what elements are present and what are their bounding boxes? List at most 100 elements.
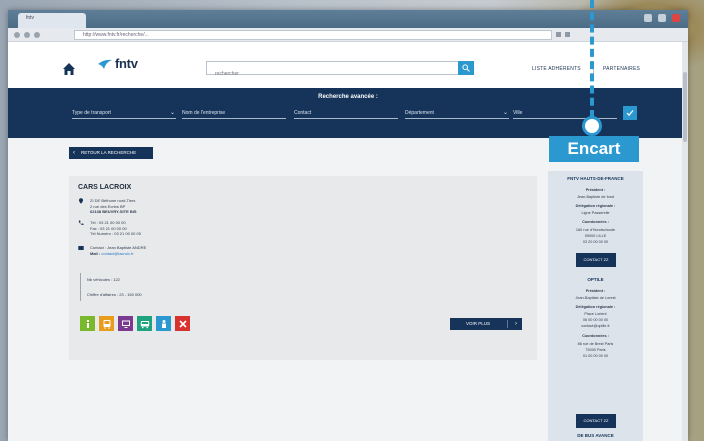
info-glyph (86, 319, 89, 328)
filter-label: Contact (294, 110, 312, 116)
window-controls (644, 14, 680, 22)
insert-contact-button[interactable]: CONTACT ZZ (576, 414, 616, 428)
person-icon[interactable] (156, 316, 171, 331)
address-line: ZI DE Béthune nord-Tiers (90, 198, 136, 203)
filter-label: Type de transport (72, 110, 111, 116)
contact-line: 03 20 00 00 00 (582, 240, 609, 244)
insert-sidebar: FNTV HAUTS-DE-FRANCE Président : Jean-Ba… (548, 171, 643, 441)
phone-block: Tél : 03 21 00 00 00 Fax : 03 21 00 00 0… (78, 220, 141, 237)
logo-wing-icon (98, 59, 112, 69)
star-icon[interactable] (556, 32, 561, 37)
screen-glyph (121, 320, 130, 328)
insert-contact-button[interactable]: CONTACT ZZ (576, 253, 616, 267)
search-button[interactable] (458, 61, 474, 75)
back-button-label: RETOUR LA RECHERCHE (81, 150, 137, 155)
callout-label: Encart (549, 136, 639, 162)
contact-line: 59000 LILLE (584, 234, 607, 238)
callout-pointer-dot (582, 116, 602, 136)
coach-icon[interactable] (137, 316, 152, 331)
stats-divider (80, 273, 81, 301)
president-label: Président : (585, 188, 606, 192)
filter-company-name[interactable]: Nom de l'entreprise (182, 107, 286, 119)
contact-label: Coordonnées : (582, 220, 609, 224)
company-name: CARS LACROIX (78, 184, 132, 191)
tools-glyph (178, 319, 187, 328)
nav-link-partners[interactable]: PARTENAIRES (603, 66, 640, 72)
minimize-button[interactable] (644, 14, 652, 22)
advanced-search-title: Recherche avancée : (318, 94, 378, 100)
location-pin-icon (79, 198, 83, 204)
info-icon[interactable] (80, 316, 95, 331)
address-line: 62138 BEUVRY-SITE BIS (90, 209, 137, 214)
chevron-left-icon: ‹ (73, 150, 75, 156)
site-header: fntv LISTE ADHÉRENTS PARTENAIRES (8, 42, 688, 88)
filter-transport-type[interactable]: Type de transport ⌄ (72, 107, 176, 119)
delegation-line: Place Lorient (584, 312, 607, 316)
browser-toolbar-icons (556, 32, 570, 37)
chevron-down-icon: ⌄ (502, 110, 508, 116)
coach-glyph (140, 320, 149, 328)
email-label: Mail : (90, 250, 101, 256)
filter-label: Nom de l'entreprise (182, 110, 226, 116)
search-input[interactable] (207, 68, 457, 80)
settings-icon[interactable] (565, 32, 570, 37)
page-scrollbar[interactable] (682, 42, 688, 441)
logo-text: fntv (115, 56, 138, 71)
search-icon (462, 64, 470, 72)
service-icons (80, 316, 190, 331)
chevron-down-icon: ⌄ (169, 110, 175, 116)
button-divider (507, 320, 508, 328)
phone-icon (78, 220, 84, 226)
contact-line: 75000 Paris (585, 348, 606, 352)
contact-label: Coordonnées : (582, 334, 609, 338)
filter-department[interactable]: Département ⌄ (405, 107, 509, 119)
bus-glyph (103, 319, 110, 329)
nav-link-members[interactable]: LISTE ADHÉRENTS (532, 66, 581, 72)
callout-pointer-line (590, 0, 594, 118)
person-glyph (161, 319, 166, 328)
revenue-range: Chiffre d'affaires : 23 - 150 000 (87, 292, 142, 297)
insert-heading: FNTV HAUTS-DE-FRANCE (567, 176, 624, 181)
delegation-line: contact@optile.fr (581, 324, 610, 328)
back-to-search-button[interactable]: ‹ RETOUR LA RECHERCHE (69, 147, 153, 159)
bus-icon[interactable] (99, 316, 114, 331)
screen-icon[interactable] (118, 316, 133, 331)
browser-nav-buttons (14, 32, 40, 38)
filter-city[interactable]: Ville (513, 107, 617, 119)
president-label: Président : (585, 289, 606, 293)
reload-icon[interactable] (34, 32, 40, 38)
address-block: ZI DE Béthune nord-Tiers 2 rue des Ecrin… (78, 198, 137, 215)
forward-nav-icon[interactable] (24, 32, 30, 38)
phone-line: Tél Numéro : 03 21 00 00 00 (90, 231, 141, 236)
company-card: CARS LACROIX ZI DE Béthune nord-Tiers 2 … (69, 176, 537, 360)
contact-block: Contact : Jean Baptiste ANDRE Mail : con… (78, 245, 146, 256)
site-search (206, 61, 474, 80)
delegation-label: Délégation régionale : (575, 305, 616, 309)
check-icon (626, 110, 634, 117)
contact-line: 86 rue de Brest Paris (577, 342, 614, 346)
delegation-name: Ligne Passerelle (581, 211, 610, 215)
insert-heading: OPTILE (587, 277, 604, 282)
close-button[interactable] (672, 14, 680, 22)
search-submit-button[interactable] (623, 106, 637, 120)
contact-line: 01 00 00 00 00 (582, 354, 609, 358)
president-name: Jean-Baptiste de Lorest (575, 296, 616, 300)
browser-window: fntv http://www.fntv.fr/recherche/... fn… (8, 10, 688, 441)
site-logo[interactable]: fntv (98, 56, 138, 71)
contact-card-icon (78, 246, 84, 250)
maximize-button[interactable] (658, 14, 666, 22)
see-more-button[interactable]: VOIR PLUS › (450, 318, 522, 330)
tools-icon[interactable] (175, 316, 190, 331)
back-nav-icon[interactable] (14, 32, 20, 38)
contact-line: 160 rue d'Hondschoote (575, 228, 616, 232)
email-line: Mail : contact@lacroix.fr (90, 251, 146, 257)
filter-contact[interactable]: Contact (294, 107, 398, 119)
delegation-line: 06 00 00 00 00 (582, 318, 609, 322)
url-field[interactable]: http://www.fntv.fr/recherche/... (74, 30, 552, 40)
home-icon[interactable] (62, 62, 76, 76)
browser-tab-title: fntv (26, 15, 35, 21)
email-link[interactable]: contact@lacroix.fr (101, 251, 133, 256)
chevron-right-icon: › (515, 321, 517, 327)
scrollbar-thumb[interactable] (683, 72, 687, 142)
browser-titlebar: fntv (8, 10, 688, 28)
